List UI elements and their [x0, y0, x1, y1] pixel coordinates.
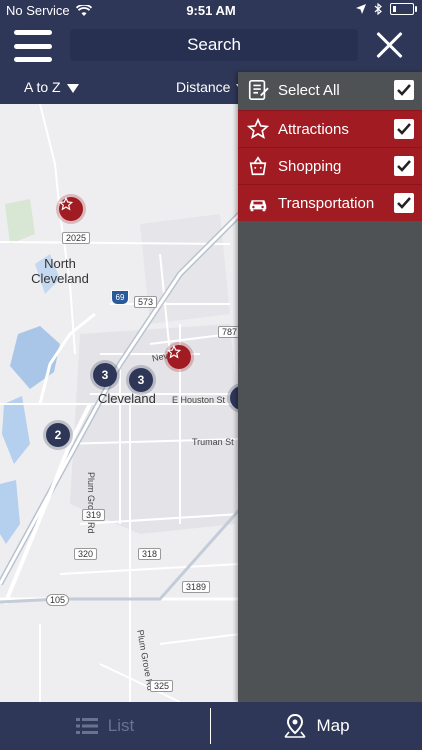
- tab-list[interactable]: List: [0, 702, 210, 750]
- attractions-checkbox[interactable]: [394, 119, 414, 139]
- location-arrow-icon: [356, 4, 366, 14]
- triangle-down-icon: [66, 83, 79, 93]
- close-icon[interactable]: [376, 31, 404, 59]
- route-shield: 325: [150, 680, 174, 692]
- filter-panel: Select All Attractions Shopping Transpor…: [238, 72, 422, 702]
- checkmark-icon: [397, 84, 411, 96]
- route-shield: 105: [46, 594, 70, 606]
- bluetooth-icon: [374, 3, 382, 15]
- search-button[interactable]: Search: [70, 29, 358, 61]
- list-icon: [246, 78, 270, 102]
- map-cluster[interactable]: 3: [93, 363, 117, 387]
- filter-attractions-label: Attractions: [278, 120, 349, 138]
- star-icon: [59, 197, 73, 211]
- route-shield: 573: [134, 296, 158, 308]
- tab-map[interactable]: Map: [212, 702, 422, 750]
- tab-divider: [210, 708, 211, 744]
- list-icon: [75, 718, 98, 734]
- filter-select-all-label: Select All: [278, 81, 340, 99]
- filter-shopping[interactable]: Shopping: [238, 147, 422, 184]
- status-bar: No Service 9:51 AM: [0, 0, 422, 22]
- attraction-map-pin[interactable]: [59, 197, 83, 221]
- battery-icon: [390, 3, 417, 15]
- transportation-checkbox[interactable]: [394, 193, 414, 213]
- select-all-checkbox[interactable]: [394, 80, 414, 100]
- map-cluster[interactable]: 2: [46, 423, 70, 447]
- interstate-shield: 69: [111, 290, 129, 305]
- tab-list-label: List: [107, 716, 135, 735]
- map-label-plum-grove-1: Plum Grove Rd: [86, 472, 96, 534]
- filter-shopping-label: Shopping: [278, 157, 342, 175]
- route-shield: 319: [82, 509, 106, 521]
- attraction-map-pin[interactable]: [167, 345, 191, 369]
- filter-attractions[interactable]: Attractions: [238, 110, 422, 147]
- checkmark-icon: [397, 123, 411, 135]
- map-label-north-cleveland: North Cleveland: [31, 256, 89, 286]
- map-pin-icon: [284, 714, 307, 738]
- sort-distance-label: Distance: [176, 79, 231, 95]
- route-shield: 318: [138, 548, 162, 560]
- checkmark-icon: [397, 197, 411, 209]
- menu-icon[interactable]: [14, 30, 52, 62]
- map-label-cleveland: Cleveland: [98, 391, 156, 406]
- filter-transportation[interactable]: Transportation: [238, 184, 422, 221]
- shopping-checkbox[interactable]: [394, 156, 414, 176]
- tab-map-label: Map: [316, 716, 350, 735]
- route-shield: 2025: [62, 232, 91, 244]
- filter-select-all[interactable]: Select All: [238, 72, 422, 108]
- route-shield: 320: [74, 548, 98, 560]
- star-outline-icon: [246, 117, 270, 141]
- map-label-truman: Truman St: [192, 437, 234, 447]
- app-header: Search: [0, 22, 422, 70]
- route-shield: 3189: [182, 581, 211, 593]
- filter-transportation-label: Transportation: [278, 194, 375, 212]
- shopping-bag-icon: [246, 154, 270, 178]
- sort-alphabetical-label: A to Z: [24, 79, 61, 95]
- sort-alphabetical-dropdown[interactable]: A to Z: [24, 79, 79, 95]
- map-cluster[interactable]: 3: [129, 368, 153, 392]
- car-icon: [246, 191, 270, 215]
- checkmark-icon: [397, 160, 411, 172]
- star-icon: [167, 345, 181, 359]
- map-label-e-houston: E Houston St: [172, 395, 226, 405]
- bottom-tab-bar: List Map: [0, 702, 422, 750]
